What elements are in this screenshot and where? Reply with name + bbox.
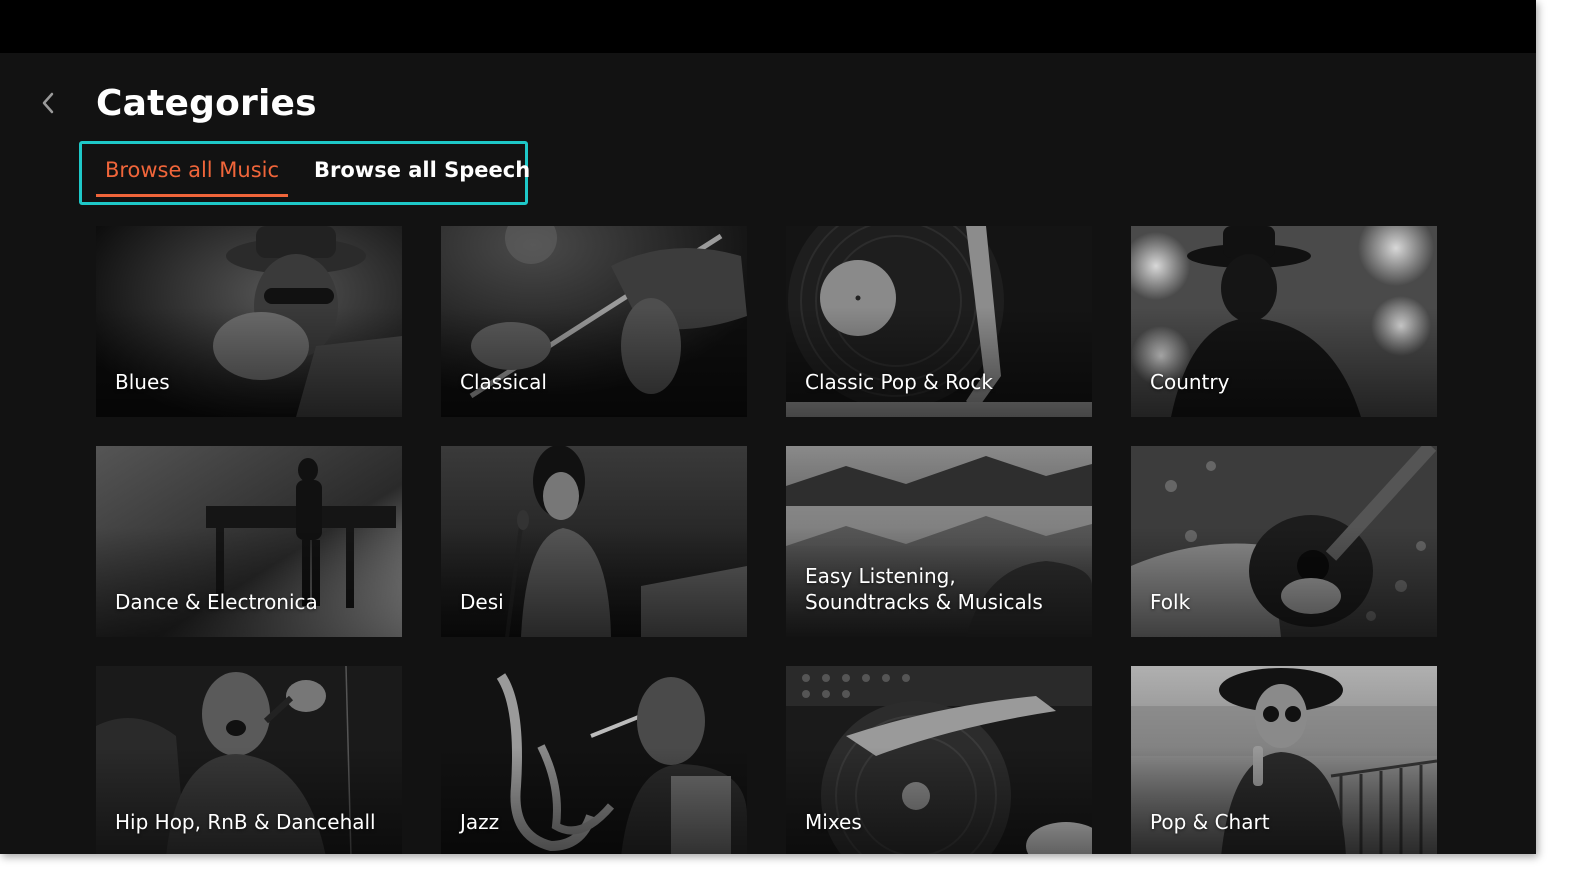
chevron-left-icon <box>40 91 56 119</box>
category-tile-folk[interactable]: Folk <box>1131 446 1437 637</box>
category-tile-hip-hop-rnb-dancehall[interactable]: Hip Hop, RnB & Dancehall <box>96 666 402 854</box>
tab-label: Browse all Music <box>104 158 280 182</box>
tile-shade <box>1131 747 1437 854</box>
category-tile-pop-chart[interactable]: Pop & Chart <box>1131 666 1437 854</box>
tile-shade <box>96 527 402 637</box>
tile-shade <box>441 747 747 854</box>
tab-browse-all-speech[interactable]: Browse all Speech <box>314 144 530 202</box>
category-grid: Blues Classical Classic Pop & Rock Count… <box>96 226 1437 854</box>
tile-shade <box>1131 307 1437 417</box>
category-label: Dance & Electronica <box>115 590 318 614</box>
app-window: Categories Browse all Music Browse all S… <box>0 0 1536 854</box>
category-tile-country[interactable]: Country <box>1131 226 1437 417</box>
category-tile-jazz[interactable]: Jazz <box>441 666 747 854</box>
category-label: Classical <box>460 370 547 394</box>
tab-bar: Browse all Music Browse all Speech <box>79 141 530 205</box>
category-label: Hip Hop, RnB & Dancehall <box>115 810 376 834</box>
category-label: Pop & Chart <box>1150 810 1270 834</box>
tile-shade <box>786 747 1092 854</box>
category-label: Blues <box>115 370 170 394</box>
tile-shade <box>96 307 402 417</box>
category-label: Classic Pop & Rock <box>805 370 993 394</box>
category-tile-dance-electronica[interactable]: Dance & Electronica <box>96 446 402 637</box>
tab-label: Browse all Speech <box>314 158 531 182</box>
top-bar <box>0 0 1536 53</box>
tile-shade <box>1131 527 1437 637</box>
category-tile-mixes[interactable]: Mixes <box>786 666 1092 854</box>
tile-shade <box>786 307 1092 417</box>
category-label: Country <box>1150 370 1230 394</box>
category-label: Mixes <box>805 810 862 834</box>
category-label: Easy Listening, Soundtracks & Musicals <box>805 564 1043 614</box>
category-tile-easy-listening[interactable]: Easy Listening, Soundtracks & Musicals <box>786 446 1092 637</box>
category-tile-classic-pop-rock[interactable]: Classic Pop & Rock <box>786 226 1092 417</box>
category-tile-blues[interactable]: Blues <box>96 226 402 417</box>
category-label: Jazz <box>460 810 500 834</box>
active-tab-underline <box>96 194 288 197</box>
tab-browse-all-music[interactable]: Browse all Music <box>96 144 288 202</box>
back-button[interactable] <box>34 88 62 122</box>
category-label: Folk <box>1150 590 1191 614</box>
tile-shade <box>96 747 402 854</box>
category-tile-classical[interactable]: Classical <box>441 226 747 417</box>
tile-shade <box>441 527 747 637</box>
category-label: Desi <box>460 590 504 614</box>
tile-shade <box>441 307 747 417</box>
category-tile-desi[interactable]: Desi <box>441 446 747 637</box>
page-title: Categories <box>96 83 317 124</box>
